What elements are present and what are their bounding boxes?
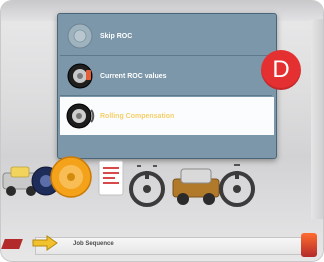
menu-separator <box>60 55 272 56</box>
roc-options-popup: Skip ROC Current ROC values Rolling Comp… <box>57 13 277 159</box>
wheel-clamp-icon[interactable] <box>31 156 92 198</box>
menu-item-skip-roc[interactable]: Skip ROC <box>60 17 274 55</box>
menu-item-label: Current ROC values <box>100 72 167 80</box>
menu-item-label: Rolling Compensation <box>100 112 175 120</box>
badge-label: D <box>272 56 290 83</box>
menu-item-label: Skip ROC <box>100 32 133 40</box>
roc-menu: Skip ROC Current ROC values Rolling Comp… <box>60 17 274 137</box>
rolling-tire-icon <box>60 97 100 135</box>
menu-item-rolling-compensation[interactable]: Rolling Compensation <box>60 97 274 135</box>
arrow-right-icon[interactable] <box>31 234 61 257</box>
status-badge-d: D <box>261 50 301 90</box>
red-tab-right <box>301 233 317 257</box>
menu-item-current-roc-values[interactable]: Current ROC values <box>60 57 274 95</box>
steering-wheel-icon[interactable] <box>129 165 165 207</box>
blank-disc-icon <box>60 17 100 55</box>
tire-roc-icon <box>60 57 100 95</box>
car-icon[interactable] <box>172 168 220 205</box>
menu-separator <box>60 95 272 96</box>
printout-icon[interactable] <box>98 160 124 196</box>
job-sequence-label: Job Sequence <box>73 241 114 247</box>
app-window: Skip ROC Current ROC values Rolling Comp… <box>0 0 324 262</box>
red-tab-left <box>1 239 23 249</box>
steering-wheel-alt-icon[interactable] <box>219 164 255 207</box>
workflow-icons-row <box>1 151 323 221</box>
